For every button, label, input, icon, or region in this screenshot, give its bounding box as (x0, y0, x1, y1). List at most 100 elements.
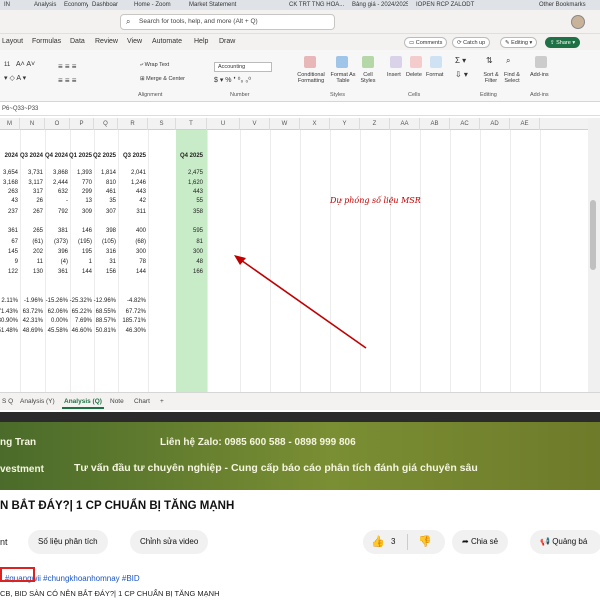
merge-center-button[interactable]: ⊞ Merge & Center (140, 76, 185, 82)
data-cell[interactable]: -25.32% (70, 298, 92, 304)
browser-tab[interactable]: IN (0, 0, 30, 10)
delete-button[interactable]: Delete (406, 72, 422, 78)
data-cell[interactable]: (68) (135, 239, 146, 245)
data-cell[interactable]: 381 (58, 228, 68, 234)
name-box[interactable]: P6~Q33~P33 (2, 106, 38, 112)
column-header-z[interactable]: Z (360, 118, 390, 130)
browser-tab[interactable]: IOPEN RCP ZALODT (412, 0, 492, 10)
data-cell[interactable]: 317 (33, 189, 43, 195)
channel-name[interactable]: nt (0, 530, 8, 554)
data-cell[interactable]: 309 (82, 209, 92, 215)
menu-draw[interactable]: Draw (219, 34, 235, 50)
data-cell[interactable]: 130 (33, 269, 43, 275)
data-cell[interactable]: 11 (37, 259, 43, 265)
share-button[interactable]: ⇪ Share ▾ (545, 37, 581, 48)
data-cell[interactable]: 68.55% (96, 309, 116, 315)
data-cell[interactable]: 67.72% (126, 309, 146, 315)
data-cell[interactable]: 30.90% (0, 318, 18, 324)
addins-button[interactable]: Add-ins (530, 72, 549, 78)
data-cell[interactable]: 63.72% (23, 309, 43, 315)
data-cell[interactable]: 396 (58, 249, 68, 255)
browser-tab[interactable]: Home - Zoom (130, 0, 180, 10)
sheet-tab[interactable]: S Q (0, 395, 15, 409)
data-cell[interactable]: 358 (193, 209, 203, 215)
data-cell[interactable]: 400 (136, 228, 146, 234)
data-cell[interactable]: 2,444 (53, 180, 68, 186)
editing-button[interactable]: ✎ Editing ▾ (500, 37, 538, 48)
menu-data[interactable]: Data (70, 34, 85, 50)
column-header-y[interactable]: Y (330, 118, 360, 130)
data-cell[interactable]: 42 (139, 198, 146, 204)
scrollbar-thumb[interactable] (590, 200, 596, 270)
data-cell[interactable]: 46.30% (126, 328, 146, 334)
add-sheet-button[interactable]: + (158, 395, 166, 409)
data-cell[interactable]: 810 (106, 180, 116, 186)
data-cell[interactable]: 361 (58, 269, 68, 275)
data-cell[interactable]: 300 (136, 249, 146, 255)
indent-icons[interactable]: ≡ ≡ ≡ (58, 77, 76, 85)
column-header-aa[interactable]: AA (390, 118, 420, 130)
data-cell[interactable]: 62.06% (48, 309, 68, 315)
find-select-button[interactable]: Find & Select (502, 72, 522, 84)
data-cell[interactable]: (4) (61, 259, 68, 265)
column-header-x[interactable]: X (300, 118, 330, 130)
data-cell[interactable]: 3,868 (53, 170, 68, 176)
browser-tab[interactable]: Dashboard (88, 0, 118, 10)
data-cell[interactable]: 361 (8, 228, 18, 234)
thumb-down-icon[interactable]: 👎 (418, 530, 432, 554)
data-cell[interactable]: 316 (106, 249, 116, 255)
font-grow-icon[interactable]: A˄ A˅ (16, 61, 35, 68)
conditional-formatting-button[interactable]: Conditional Formatting (294, 72, 328, 84)
data-cell[interactable]: 3,654 (3, 170, 18, 176)
data-cell[interactable]: 78 (139, 259, 146, 265)
data-cell[interactable]: 81 (196, 239, 203, 245)
data-cell[interactable]: 71.43% (0, 309, 18, 315)
column-header-m[interactable]: M (0, 118, 20, 130)
column-header-s[interactable]: S (148, 118, 176, 130)
data-cell[interactable]: 792 (58, 209, 68, 215)
data-cell[interactable]: 595 (193, 228, 203, 234)
analysis-data-button[interactable]: Số liệu phân tích (28, 530, 108, 554)
column-header-v[interactable]: V (240, 118, 270, 130)
fill-icon[interactable]: ⇩ ▾ (455, 71, 468, 79)
data-cell[interactable]: 31 (109, 259, 116, 265)
data-cell[interactable]: 398 (106, 228, 116, 234)
cell-styles-button[interactable]: Cell Styles (357, 72, 379, 84)
column-header-u[interactable]: U (207, 118, 240, 130)
data-cell[interactable]: (61) (32, 239, 43, 245)
data-cell[interactable]: 1 (89, 259, 92, 265)
header-cell[interactable]: Q3 2024 (20, 153, 43, 159)
autosum-icon[interactable]: Σ ▾ (455, 57, 466, 65)
data-cell[interactable]: (105) (102, 239, 116, 245)
data-cell[interactable]: 443 (193, 189, 203, 195)
data-cell[interactable]: 146 (82, 228, 92, 234)
data-cell[interactable]: 43 (11, 198, 18, 204)
column-header-n[interactable]: N (20, 118, 45, 130)
data-cell[interactable]: 307 (106, 209, 116, 215)
data-cell[interactable]: 300 (193, 249, 203, 255)
alignment-icons[interactable]: ≡ ≡ ≡ (58, 63, 76, 71)
format-as-table-button[interactable]: Format As Table (329, 72, 357, 84)
data-cell[interactable]: (195) (78, 239, 92, 245)
data-cell[interactable]: 65.22% (72, 309, 92, 315)
header-cell[interactable]: 2024 (5, 153, 18, 159)
column-header-q[interactable]: Q (94, 118, 118, 130)
data-cell[interactable]: 2,041 (131, 170, 146, 176)
data-cell[interactable]: 48.69% (23, 328, 43, 334)
font-size-select[interactable]: 11 (4, 62, 10, 68)
font-color-icon[interactable]: ▾ ◇ A ▾ (4, 75, 26, 82)
data-cell[interactable]: 55 (196, 198, 203, 204)
menu-review[interactable]: Review (95, 34, 118, 50)
data-cell[interactable]: 26 (36, 198, 43, 204)
browser-tab[interactable]: Economy (60, 0, 88, 10)
data-cell[interactable]: 237 (8, 209, 18, 215)
menu-help[interactable]: Help (194, 34, 208, 50)
edit-video-button[interactable]: Chỉnh sửa video (130, 530, 209, 554)
catchup-button[interactable]: ⟳ Catch up (452, 37, 491, 48)
comments-button[interactable]: ▭ Comments (404, 37, 448, 48)
header-cell[interactable]: Q4 2025 (180, 153, 203, 159)
column-header-ac[interactable]: AC (450, 118, 480, 130)
data-cell[interactable]: -4.82% (127, 298, 146, 304)
browser-tab[interactable]: Other Bookmarks (535, 0, 600, 10)
avatar[interactable] (571, 15, 585, 29)
